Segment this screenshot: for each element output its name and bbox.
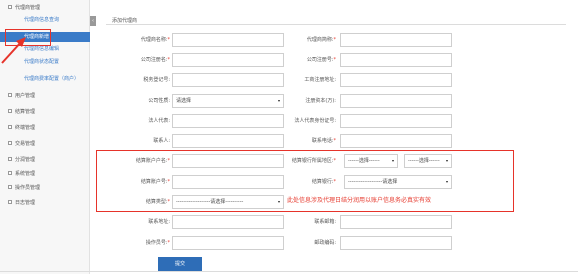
zip-code-input[interactable] bbox=[340, 236, 452, 250]
company-reg-no-input[interactable] bbox=[340, 53, 452, 67]
tax-reg-no-input[interactable] bbox=[172, 73, 284, 87]
sidebar-group-settle-mgmt[interactable]: 结算管理 bbox=[0, 107, 90, 117]
company-reg-name-input[interactable] bbox=[172, 53, 284, 67]
settle-account-name-input[interactable] bbox=[172, 154, 284, 168]
company-nature-select[interactable]: 请选择 ▾ bbox=[172, 94, 284, 108]
agent-short-input[interactable] bbox=[340, 33, 452, 47]
sidebar-group-terminal-mgmt[interactable]: 终端管理 bbox=[0, 123, 90, 133]
collapse-box-icon bbox=[8, 170, 12, 175]
collapse-box-icon bbox=[8, 156, 12, 161]
sidebar-group-label: 用户管理 bbox=[15, 93, 36, 99]
title-divider bbox=[106, 24, 566, 25]
sidebar-group-label: 代理商管理 bbox=[15, 5, 41, 11]
contact-email-input[interactable] bbox=[340, 215, 452, 229]
settlement-warning-note: 此处信息涉及代理日结分润用以账户信息务必真实有效 bbox=[287, 197, 432, 204]
bottom-divider bbox=[0, 271, 578, 272]
company-nature-label: 公司性质: bbox=[148, 98, 170, 104]
sidebar-group-label: 系统管理 bbox=[15, 171, 36, 177]
sidebar-item-agent-rate-config[interactable]: 代理商费率配置（商户） bbox=[0, 74, 90, 84]
settle-province-select[interactable]: ------选择------ ▾ bbox=[344, 154, 398, 168]
agent-name-label: 代理商名称:* bbox=[140, 37, 170, 43]
collapse-box-icon bbox=[8, 199, 12, 204]
sidebar-group-operator-mgmt[interactable]: 操作员管理 bbox=[0, 183, 90, 193]
contact-label: 联系人: bbox=[153, 138, 170, 144]
collapse-box-icon bbox=[8, 184, 12, 189]
sidebar-group-agent-mgmt[interactable]: 代理商管理 bbox=[0, 3, 90, 13]
settle-account-name-label: 结算账户户名:* bbox=[135, 158, 170, 164]
collapse-box-icon bbox=[8, 4, 12, 9]
company-reg-no-label: 公司注册号:* bbox=[306, 57, 336, 63]
settle-bank-label: 结算银行:* bbox=[311, 179, 336, 185]
settle-type-label: 结算类型:* bbox=[145, 199, 170, 205]
settle-account-no-input[interactable] bbox=[172, 175, 284, 189]
agent-short-label: 代理商简称:* bbox=[306, 37, 336, 43]
sidebar-group-label: 结算管理 bbox=[15, 109, 36, 115]
collapse-box-icon bbox=[8, 92, 12, 97]
operator-no-input[interactable] bbox=[172, 236, 284, 250]
reg-capital-input[interactable] bbox=[340, 94, 452, 108]
settle-bank-select[interactable]: -------------------请选择 ▾ bbox=[344, 175, 452, 189]
sidebar-group-profit-mgmt[interactable]: 分润管理 bbox=[0, 155, 90, 165]
sidebar-group-label: 分润管理 bbox=[15, 157, 36, 163]
zip-code-label: 邮政编码: bbox=[314, 240, 336, 246]
legal-rep-label: 法人代表: bbox=[148, 118, 170, 124]
red-arrow-icon bbox=[1, 37, 26, 64]
sidebar-group-user-mgmt[interactable]: 用户管理 bbox=[0, 91, 90, 101]
legal-rep-input[interactable] bbox=[172, 114, 284, 128]
chevron-down-icon: ▾ bbox=[445, 179, 448, 184]
collapse-box-icon bbox=[8, 108, 12, 113]
settle-bank-region-label: 结算银行所属地区:* bbox=[291, 158, 336, 164]
collapse-box-icon bbox=[8, 140, 12, 145]
chevron-down-icon: ▾ bbox=[277, 199, 280, 204]
sidebar-group-label: 终端管理 bbox=[15, 125, 36, 131]
sidebar-group-log-mgmt[interactable]: 日志管理 bbox=[0, 198, 90, 208]
chevron-down-icon: ▾ bbox=[391, 158, 394, 163]
collapse-box-icon bbox=[8, 124, 12, 129]
contact-input[interactable] bbox=[172, 134, 284, 148]
sidebar-item-agent-query[interactable]: 代理商信息查询 bbox=[0, 15, 90, 25]
sidebar-collapse-icon[interactable]: ‹ bbox=[90, 16, 96, 26]
submit-button[interactable]: 提交 bbox=[158, 257, 202, 271]
contact-address-input[interactable] bbox=[172, 215, 284, 229]
sidebar-group-label: 操作员管理 bbox=[15, 185, 41, 191]
agent-name-input[interactable] bbox=[172, 33, 284, 47]
tax-reg-no-label: 税务登记号: bbox=[143, 77, 170, 83]
page-title: 添加代理商 bbox=[112, 18, 138, 24]
reg-capital-label: 注册资本(万): bbox=[305, 98, 336, 104]
settle-city-select[interactable]: ------选择------ ▾ bbox=[404, 154, 452, 168]
settle-account-no-label: 结算账户号:* bbox=[140, 179, 170, 185]
contact-phone-input[interactable] bbox=[340, 134, 452, 148]
biz-reg-address-label: 工商注册地址: bbox=[304, 77, 336, 83]
sidebar-group-system-mgmt[interactable]: 系统管理 bbox=[0, 169, 90, 179]
sidebar-group-label: 交易管理 bbox=[15, 141, 36, 147]
contact-email-label: 联系邮箱: bbox=[314, 219, 336, 225]
sidebar-group-trade-mgmt[interactable]: 交易管理 bbox=[0, 139, 90, 149]
legal-rep-id-input[interactable] bbox=[340, 114, 452, 128]
operator-no-label: 操作员号:* bbox=[145, 240, 170, 246]
company-reg-name-label: 公司注册名:* bbox=[140, 57, 170, 63]
contact-phone-label: 联系电话:* bbox=[311, 138, 336, 144]
chevron-down-icon: ▾ bbox=[445, 158, 448, 163]
settle-type-select[interactable]: -------------------请选择---------- ▾ bbox=[172, 195, 284, 209]
contact-address-label: 联系地址: bbox=[148, 219, 170, 225]
legal-rep-id-label: 法人代表身份证号: bbox=[294, 118, 336, 124]
biz-reg-address-input[interactable] bbox=[340, 73, 452, 87]
sidebar-group-label: 日志管理 bbox=[15, 200, 36, 206]
